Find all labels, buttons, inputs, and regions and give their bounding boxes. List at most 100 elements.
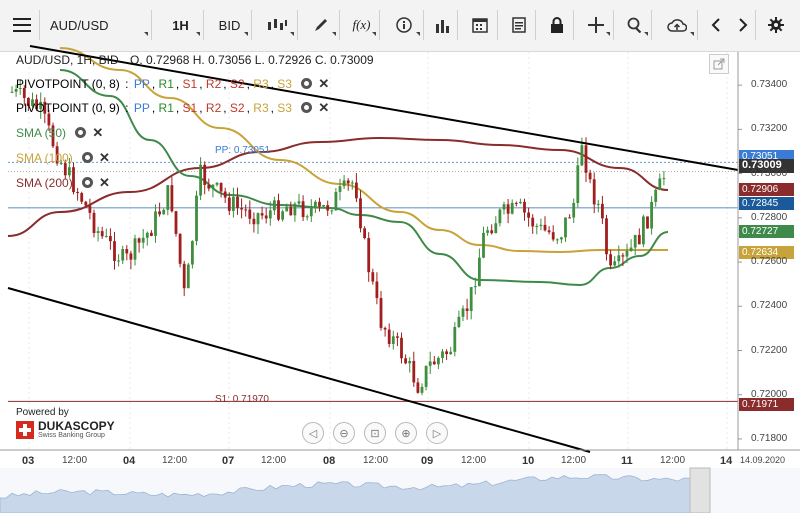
candle-body <box>158 211 161 215</box>
candle-body <box>637 234 641 245</box>
gear-icon[interactable] <box>75 127 87 138</box>
candle-body <box>141 237 145 243</box>
candle-body <box>437 357 440 365</box>
candle-body <box>113 241 116 261</box>
candle-body <box>375 281 379 299</box>
y-tick-label: 0.71800 <box>751 432 788 444</box>
close-icon[interactable]: ✕ <box>318 76 329 92</box>
hamburger-icon <box>12 18 31 32</box>
x-tick-label: 12:00 <box>561 455 587 466</box>
x-tick-label: 12:00 <box>62 455 88 466</box>
candle-body <box>473 286 477 288</box>
nav-next-button[interactable]: ▷ <box>426 422 448 444</box>
candle-body <box>273 200 276 211</box>
draw-tool-button[interactable] <box>302 10 340 40</box>
x-tick-label: 03 <box>22 455 35 467</box>
candle-body <box>396 336 399 338</box>
candle-body <box>109 236 112 242</box>
candle-body <box>137 238 141 243</box>
candle-body <box>174 211 178 234</box>
candlestick-icon <box>267 19 287 30</box>
candle-body <box>662 178 666 180</box>
close-icon[interactable]: ✕ <box>92 125 103 141</box>
candle-body <box>424 365 428 387</box>
candle-body <box>334 191 338 211</box>
y-tick-label: 0.73200 <box>751 123 788 135</box>
candle-body <box>84 201 88 206</box>
candles <box>10 79 666 396</box>
indicator-sma-200[interactable]: SMA (200) ✕ <box>16 175 112 191</box>
candle-body <box>412 360 416 383</box>
candle-body <box>129 253 133 260</box>
lock-button[interactable] <box>540 10 574 40</box>
zoom-out-button[interactable]: ⊖ <box>333 422 355 444</box>
close-icon[interactable]: ✕ <box>99 150 110 166</box>
calendar-button[interactable] <box>462 10 498 40</box>
candle-body <box>633 234 637 248</box>
gear-icon <box>768 17 784 33</box>
candle-body <box>88 205 92 213</box>
price-side-select[interactable]: BID <box>208 10 252 40</box>
candle-body <box>621 255 625 257</box>
candle-body <box>227 197 231 211</box>
candle-body <box>580 145 584 166</box>
indicator-label: PIVOTPOINT (0, 8) <box>16 77 120 91</box>
y-tick-label: 0.73000 <box>751 167 788 179</box>
y-tick-label: 0.72200 <box>751 344 788 356</box>
news-button[interactable] <box>502 10 536 40</box>
x-tick-label: 10 <box>522 455 535 467</box>
candle-body <box>92 212 96 234</box>
indicators-button[interactable]: f(x) <box>344 10 380 40</box>
crosshair-button[interactable] <box>578 10 614 40</box>
navigator[interactable] <box>0 467 800 513</box>
candle-body <box>76 192 79 194</box>
gear-icon[interactable] <box>82 152 94 163</box>
close-icon[interactable]: ✕ <box>318 100 329 116</box>
candle-body <box>232 196 235 211</box>
candle-body <box>502 204 506 210</box>
indicator-sma-50[interactable]: SMA (50) ✕ <box>16 125 105 141</box>
gear-icon[interactable] <box>82 177 94 188</box>
candle-body <box>117 260 120 262</box>
nav-prev-button[interactable]: ◁ <box>302 422 324 444</box>
symbol-label: AUD/USD <box>50 17 109 33</box>
volume-button[interactable] <box>428 10 458 40</box>
timeframe-select[interactable]: 1H <box>158 10 204 40</box>
menu-button[interactable] <box>4 10 40 40</box>
candle-body <box>596 203 600 205</box>
x-tick-label: 12:00 <box>261 455 287 466</box>
symbol-select[interactable]: AUD/USD <box>44 10 152 40</box>
price-tag: 0.72906 <box>739 183 794 196</box>
scroll-right-button[interactable] <box>730 10 756 40</box>
indicator-label: PIVOTPOINT (0, 9) <box>16 101 120 115</box>
chart-type-button[interactable] <box>256 10 298 40</box>
candle-body <box>506 204 510 214</box>
zoom-button[interactable] <box>618 10 652 40</box>
s1-label: S1 <box>182 101 198 115</box>
candle-body <box>145 232 149 238</box>
expand-chart-button[interactable] <box>709 54 729 74</box>
candle-body <box>535 226 539 228</box>
gear-icon[interactable] <box>301 78 313 89</box>
zoom-in-button[interactable]: ⊕ <box>395 422 417 444</box>
scroll-left-button[interactable] <box>704 10 728 40</box>
candle-body <box>494 223 498 234</box>
candle-body <box>547 230 551 233</box>
settings-button[interactable] <box>762 10 790 40</box>
indicator-pivot-9[interactable]: PIVOTPOINT (0, 9) : PP, R1, S1, R2, S2, … <box>16 100 331 116</box>
close-icon[interactable]: ✕ <box>99 175 110 191</box>
pencil-icon <box>314 19 327 31</box>
candle-body <box>453 327 457 352</box>
candle-body <box>285 206 289 212</box>
candle-body <box>584 145 588 173</box>
upload-button[interactable] <box>656 10 698 40</box>
gear-icon[interactable] <box>301 102 313 113</box>
powered-by-text: Powered by <box>16 407 69 418</box>
fit-button[interactable]: ⊡ <box>364 422 386 444</box>
info-button[interactable] <box>384 10 424 40</box>
indicator-sma-100[interactable]: SMA (100) ✕ <box>16 150 112 166</box>
magnifier-icon <box>627 17 641 33</box>
indicator-pivot-8[interactable]: PIVOTPOINT (0, 8) : PP, R1, S1, R2, S2, … <box>16 76 331 92</box>
candle-body <box>182 263 186 289</box>
calendar-icon <box>471 18 488 33</box>
